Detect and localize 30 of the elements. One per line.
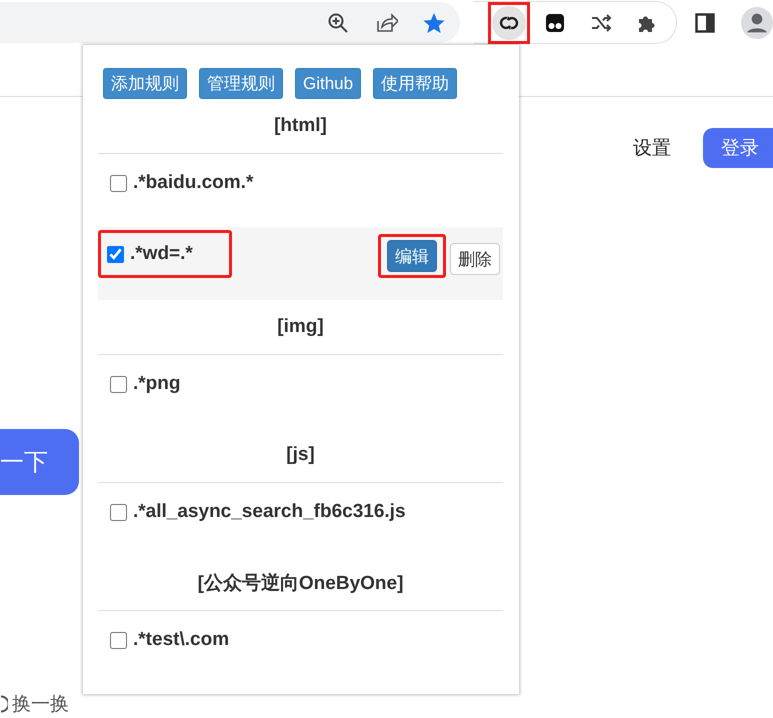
group-heading: [html] xyxy=(98,99,503,154)
popup-button[interactable]: Github xyxy=(295,68,362,99)
side-panel-icon[interactable] xyxy=(693,10,717,34)
refresh-icon[interactable] xyxy=(0,695,8,713)
edit-button[interactable]: 编辑 xyxy=(387,240,437,272)
group-heading: [js] xyxy=(98,428,503,483)
login-button[interactable]: 登录 xyxy=(703,128,773,168)
popup-button[interactable]: 使用帮助 xyxy=(373,68,458,99)
share-icon[interactable] xyxy=(374,10,398,34)
star-icon[interactable] xyxy=(422,10,446,34)
rule-pattern: .*all_async_search_fb6c316.js xyxy=(133,501,406,523)
rule-checkbox[interactable] xyxy=(110,376,127,392)
rule-checkbox[interactable] xyxy=(107,246,124,262)
rule-checkbox[interactable] xyxy=(110,174,127,192)
rule-pattern: .*test\.com xyxy=(133,629,230,651)
delete-button[interactable]: 删除 xyxy=(450,243,500,275)
search-button[interactable]: 一下 xyxy=(0,429,79,495)
rule-pattern: .*png xyxy=(133,373,180,395)
rule-pattern: .*wd=.* xyxy=(130,243,193,265)
popup-button[interactable]: 添加规则 xyxy=(103,68,187,99)
avatar-icon[interactable] xyxy=(741,6,773,38)
zoom-icon[interactable] xyxy=(326,10,350,34)
refresh-link[interactable]: 换一换 xyxy=(12,691,69,717)
group-heading: [img] xyxy=(98,300,503,355)
settings-link[interactable]: 设置 xyxy=(633,135,671,161)
popup-button[interactable]: 管理规则 xyxy=(199,68,283,99)
rule-checkbox[interactable] xyxy=(110,632,127,648)
rule-checkbox[interactable] xyxy=(110,504,127,520)
rule-pattern: .*baidu.com.* xyxy=(133,172,254,194)
group-heading: [公众号逆向OneByOne] xyxy=(98,556,503,611)
